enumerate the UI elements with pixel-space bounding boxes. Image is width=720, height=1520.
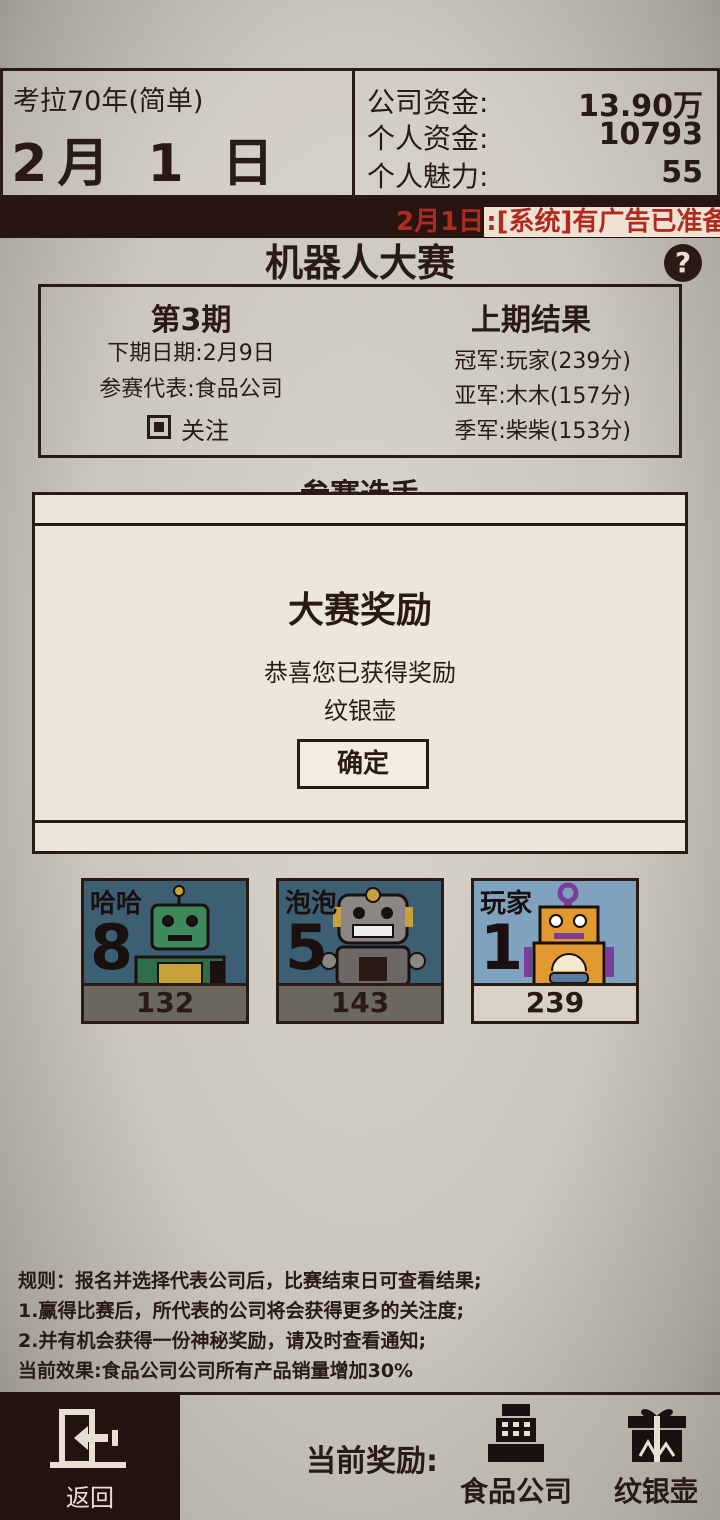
- company-funds-label: 公司资金:: [367, 86, 489, 119]
- dialog-message: 恭喜您已获得奖励: [264, 659, 456, 687]
- funds-panel: 公司资金: 13.90万 个人资金: 10793 个人魅力: 55: [355, 68, 720, 198]
- exit-door-icon: [50, 1409, 126, 1468]
- result-runner-up: 亚军:木木(157分): [454, 384, 631, 409]
- charm-value: 55: [661, 155, 703, 190]
- dialog-divider-bottom: [35, 820, 685, 823]
- rule-line: 1.赢得比赛后，所代表的公司将会获得更多的关注度;: [18, 1300, 465, 1322]
- issue-number: 第3期: [150, 303, 232, 338]
- competitor-score: 132: [84, 983, 246, 1021]
- follow-checkbox[interactable]: [147, 415, 171, 439]
- personal-funds-label: 个人资金:: [367, 122, 489, 155]
- gift-box-icon: [628, 1409, 686, 1462]
- result-third: 季军:柴柴(153分): [454, 419, 631, 444]
- back-button[interactable]: 返回: [0, 1392, 180, 1520]
- charm-row: 个人魅力: 55: [367, 155, 703, 193]
- follow-label: 关注: [181, 417, 229, 445]
- reward-dialog: 大赛奖励 恭喜您已获得奖励 纹银壶 确定: [32, 492, 688, 854]
- competitor-score: 239: [474, 983, 636, 1021]
- competitor-card[interactable]: 哈哈 8 132: [81, 878, 249, 1024]
- personal-funds-row: 个人资金: 10793: [367, 117, 703, 155]
- last-result-title: 上期结果: [471, 303, 591, 338]
- reward-item-label: 纹银壶: [613, 1475, 698, 1508]
- page-title: 机器人大赛: [264, 241, 455, 285]
- date-panel: 考拉70年(简单) 2月 1 日: [0, 68, 355, 198]
- competitor-rank: 5: [285, 911, 329, 984]
- representative: 参赛代表:食品公司: [99, 377, 283, 402]
- current-date: 2月 1 日: [11, 134, 284, 194]
- year-label: 考拉70年(简单): [13, 86, 204, 117]
- competitor-card-player[interactable]: 玩家 1 239: [471, 878, 639, 1024]
- reward-company[interactable]: 食品公司: [446, 1400, 586, 1510]
- help-icon[interactable]: ?: [664, 244, 702, 282]
- competitor-score: 143: [279, 983, 441, 1021]
- competitor-rank: 8: [90, 911, 134, 984]
- dialog-divider-top: [35, 523, 685, 526]
- company-funds-row: 公司资金: 13.90万: [367, 81, 703, 124]
- cash-register-icon: [488, 1404, 544, 1462]
- reward-item[interactable]: 纹银壶: [586, 1400, 720, 1510]
- contest-info-panel: 第3期 下期日期:2月9日 参赛代表:食品公司 关注 上期结果 冠军:玩家(23…: [38, 284, 682, 458]
- dialog-reward-name: 纹银壶: [324, 697, 396, 725]
- next-date: 下期日期:2月9日: [107, 341, 275, 366]
- competitor-card[interactable]: 泡泡 5 143: [276, 878, 444, 1024]
- personal-funds-value: 10793: [598, 117, 703, 152]
- competitor-rank: 1: [480, 911, 524, 984]
- rules-text: 规则：报名并选择代表公司后，比赛结束日可查看结果; 1.赢得比赛后，所代表的公司…: [18, 1266, 708, 1386]
- rule-line: 当前效果:食品公司公司所有产品销量增加30%: [18, 1360, 414, 1382]
- rule-line: 规则：报名并选择代表公司后，比赛结束日可查看结果;: [18, 1270, 482, 1292]
- result-champion: 冠军:玩家(239分): [454, 349, 631, 374]
- reward-company-label: 食品公司: [459, 1475, 572, 1508]
- confirm-button[interactable]: 确定: [297, 739, 429, 789]
- rule-line: 2.并有机会获得一份神秘奖励，请及时查看通知;: [18, 1330, 427, 1352]
- current-reward-label: 当前奖励:: [306, 1444, 438, 1479]
- charm-label: 个人魅力:: [367, 160, 489, 193]
- back-label: 返回: [66, 1484, 114, 1512]
- dialog-title: 大赛奖励: [287, 590, 432, 631]
